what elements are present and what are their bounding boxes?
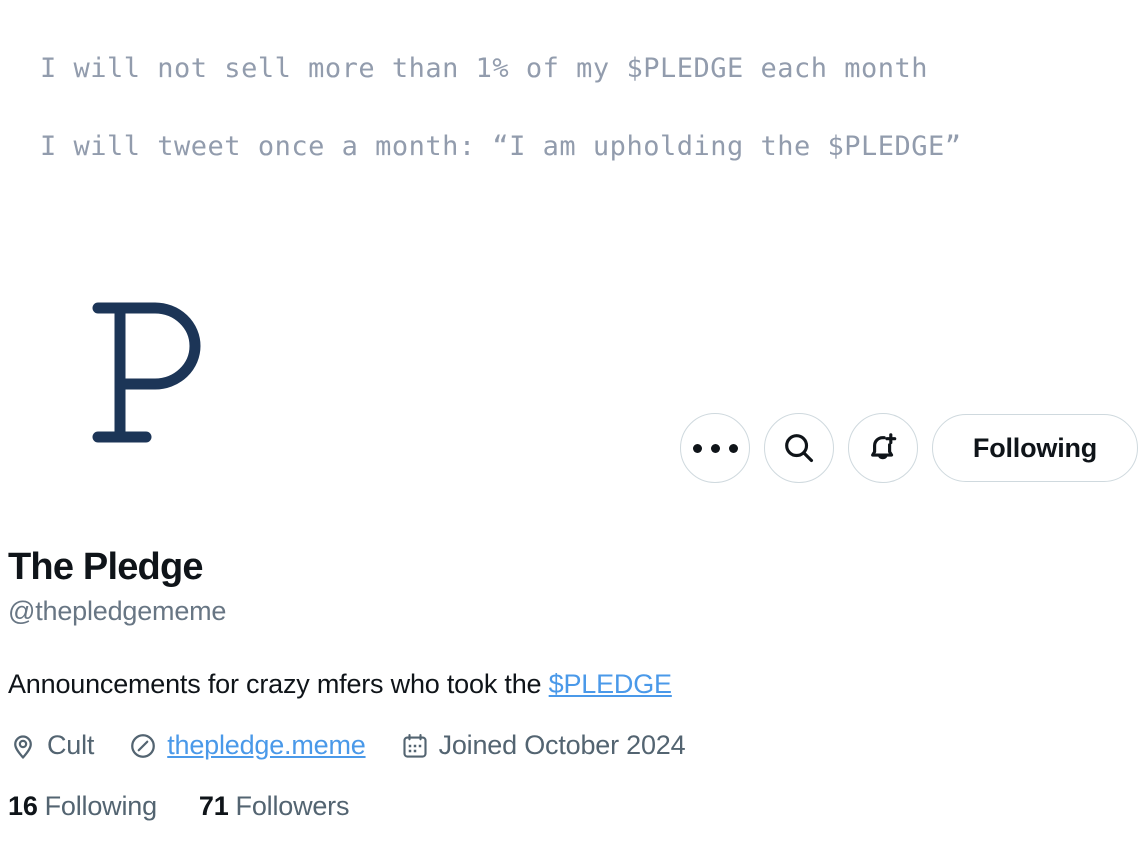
avatar-letter-p-icon xyxy=(92,302,201,442)
followers-stat[interactable]: 71 Followers xyxy=(198,791,350,822)
website-link[interactable]: thepledge.meme xyxy=(167,730,366,761)
profile-bio: Announcements for crazy mfers who took t… xyxy=(8,667,1128,702)
username-handle: @thepledgememe xyxy=(8,595,227,626)
avatar[interactable] xyxy=(72,288,240,456)
banner-pledge-line-2: I will tweet once a month: “I am upholdi… xyxy=(40,131,962,162)
profile-info: The Pledge @thepledgememe Announcements … xyxy=(8,546,1128,822)
bell-plus-icon xyxy=(871,433,897,460)
bio-text: Announcements for crazy mfers who took t… xyxy=(8,668,549,699)
followers-label: Followers xyxy=(235,791,350,822)
search-icon xyxy=(785,434,814,463)
following-stat[interactable]: 16 Following xyxy=(8,791,157,822)
profile-joined-date: Joined October 2024 xyxy=(400,730,686,761)
notify-button[interactable] xyxy=(848,413,918,483)
location-pin-icon xyxy=(8,731,38,761)
link-icon xyxy=(128,731,158,761)
profile-stats-row: 16 Following 71 Followers xyxy=(8,791,1128,822)
profile-action-buttons: Following xyxy=(680,413,1138,483)
bio-cashtag-link[interactable]: $PLEDGE xyxy=(549,669,672,699)
profile-location: Cult xyxy=(8,730,94,761)
following-label: Following xyxy=(44,791,157,822)
calendar-icon xyxy=(400,731,430,761)
profile-website[interactable]: thepledge.meme xyxy=(128,730,366,761)
location-label: Cult xyxy=(47,730,95,761)
joined-label: Joined October 2024 xyxy=(438,730,686,761)
profile-banner[interactable]: I will not sell more than 1% of my $PLED… xyxy=(0,0,1148,287)
following-button[interactable]: Following xyxy=(932,414,1138,482)
banner-pledge-line-1: I will not sell more than 1% of my $PLED… xyxy=(40,53,929,84)
display-name: The Pledge xyxy=(8,546,204,588)
profile-meta-row: Cult thepledge.meme Joined October 2024 xyxy=(8,730,1128,761)
more-horizontal-icon xyxy=(692,443,738,453)
followers-count: 71 xyxy=(198,791,229,822)
more-options-button[interactable] xyxy=(680,413,750,483)
search-profile-button[interactable] xyxy=(764,413,834,483)
following-count: 16 xyxy=(8,791,38,822)
